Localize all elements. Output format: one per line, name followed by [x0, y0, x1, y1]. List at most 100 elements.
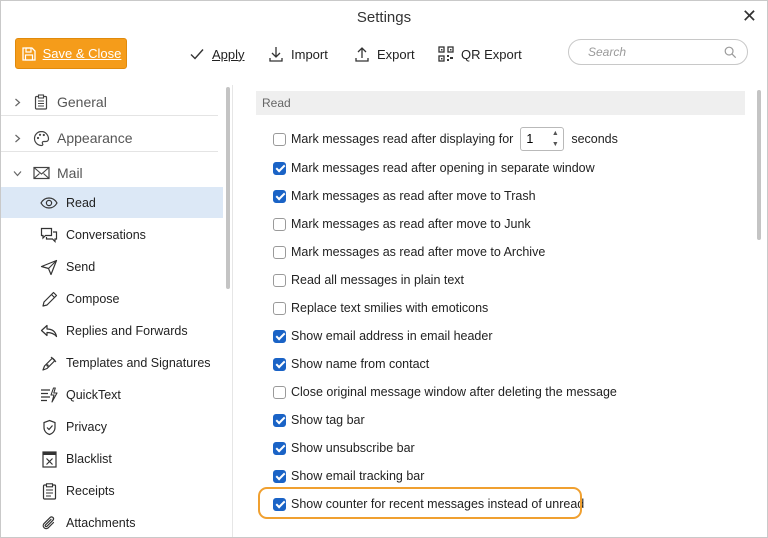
option-read-move-archive[interactable]: Mark messages as read after move to Arch… — [273, 241, 545, 263]
sidebar-item-label: Privacy — [66, 419, 107, 434]
sidebar-item-read[interactable]: Read — [1, 187, 223, 218]
checkbox[interactable] — [273, 301, 286, 315]
apply-button[interactable]: Apply — [189, 43, 245, 65]
receipt-icon — [40, 482, 58, 500]
sidebar-item-attachments[interactable]: Attachments — [1, 507, 223, 537]
blacklist-icon — [40, 450, 58, 468]
checkbox[interactable] — [273, 413, 286, 427]
checkbox[interactable] — [273, 189, 286, 203]
chevron-up-icon[interactable]: ▲ — [552, 129, 559, 138]
option-replace-smilies[interactable]: Replace text smilies with emoticons — [273, 297, 488, 319]
sidebar-item-compose[interactable]: Compose — [1, 283, 223, 314]
sidebar-item-blacklist[interactable]: Blacklist — [1, 443, 223, 474]
qr-code-icon — [438, 46, 454, 62]
option-read-move-trash[interactable]: Mark messages as read after move to Tras… — [273, 185, 536, 207]
option-label: Mark messages as read after move to Junk — [291, 217, 531, 231]
option-show-recent-counter[interactable]: Show counter for recent messages instead… — [273, 493, 584, 515]
option-label: Read all messages in plain text — [291, 273, 465, 287]
sidebar-item-quicktext[interactable]: QuickText — [1, 379, 223, 410]
option-read-separate-window[interactable]: Mark messages read after opening in sepa… — [273, 157, 595, 179]
checkbox[interactable] — [273, 132, 286, 146]
eye-icon — [40, 194, 58, 212]
sidebar-item-label: Receipts — [66, 483, 115, 498]
option-show-tracking-bar[interactable]: Show email tracking bar — [273, 465, 424, 487]
settings-sidebar: General Appearance Mail Read Conversatio… — [1, 85, 232, 537]
sidebar-item-label: Conversations — [66, 227, 146, 242]
quicktext-icon — [40, 386, 58, 404]
checkbox[interactable] — [273, 245, 286, 259]
option-label: Replace text smilies with emoticons — [291, 301, 489, 315]
sidebar-item-replies-forwards[interactable]: Replies and Forwards — [1, 315, 223, 346]
close-icon[interactable]: ✕ — [742, 6, 757, 27]
option-show-unsubscribe-bar[interactable]: Show unsubscribe bar — [273, 437, 415, 459]
sidebar-item-label: Attachments — [66, 515, 136, 530]
sidebar-item-templates-signatures[interactable]: Templates and Signatures — [1, 347, 223, 378]
settings-window: Settings ✕ Save & Close Apply Import Exp… — [0, 0, 768, 538]
envelope-icon — [33, 166, 55, 180]
reply-icon — [40, 322, 58, 340]
chevron-right-icon[interactable] — [1, 134, 33, 143]
sidebar-item-label: Send — [66, 259, 96, 274]
import-icon — [269, 47, 283, 62]
checkbox[interactable] — [273, 497, 286, 511]
signature-icon — [40, 354, 58, 372]
option-label: Show unsubscribe bar — [291, 441, 415, 455]
checkbox[interactable] — [273, 273, 286, 287]
option-label: Mark messages as read after move to Tras… — [291, 189, 536, 203]
option-read-move-junk[interactable]: Mark messages as read after move to Junk — [273, 213, 531, 235]
checkmark-icon — [190, 49, 204, 60]
search-input[interactable] — [586, 44, 720, 60]
sidebar-item-label: QuickText — [66, 387, 121, 402]
palette-icon — [33, 130, 55, 147]
paperclip-icon — [40, 514, 58, 532]
qr-export-label: QR Export — [461, 46, 522, 62]
import-button[interactable]: Import — [268, 43, 328, 65]
sidebar-item-label: Blacklist — [66, 451, 112, 466]
option-read-after-seconds[interactable]: Mark messages read after displaying for … — [273, 127, 618, 151]
save-icon — [21, 46, 36, 61]
sidebar-item-receipts[interactable]: Receipts — [1, 475, 223, 506]
sidebar-group-label: Mail — [57, 165, 83, 181]
option-label: Show tag bar — [291, 413, 365, 427]
sidebar-scrollbar[interactable] — [226, 87, 230, 289]
checkbox[interactable] — [273, 161, 286, 175]
option-label: Show email tracking bar — [291, 469, 425, 483]
sidebar-item-conversations[interactable]: Conversations — [1, 219, 223, 250]
sidebar-group-mail[interactable]: Mail — [1, 160, 218, 186]
search-icon[interactable] — [724, 46, 737, 59]
sidebar-item-label: Templates and Signatures — [66, 355, 211, 370]
sidebar-item-label: Compose — [66, 291, 120, 306]
option-label: Mark messages read after displaying for — [291, 132, 514, 146]
seconds-spinbox[interactable]: ▲▼ — [520, 127, 565, 151]
option-show-tag-bar[interactable]: Show tag bar — [273, 409, 365, 431]
sidebar-item-send[interactable]: Send — [1, 251, 223, 282]
option-show-email-address[interactable]: Show email address in email header — [273, 325, 493, 347]
chevron-down-icon[interactable] — [1, 169, 33, 178]
chevron-down-icon[interactable]: ▼ — [552, 140, 559, 149]
apply-label: Apply — [212, 46, 245, 62]
checkbox[interactable] — [273, 329, 286, 343]
checkbox[interactable] — [273, 441, 286, 455]
spin-arrows[interactable]: ▲ ▼ — [549, 129, 561, 149]
checkbox[interactable] — [273, 357, 286, 371]
option-show-name-contact[interactable]: Show name from contact — [273, 353, 429, 375]
main-scrollbar[interactable] — [757, 90, 761, 240]
checkbox[interactable] — [273, 385, 286, 399]
qr-export-button[interactable]: QR Export — [438, 43, 522, 65]
chevron-right-icon[interactable] — [1, 98, 33, 107]
sidebar-item-privacy[interactable]: Privacy — [1, 411, 223, 442]
checkbox[interactable] — [273, 469, 286, 483]
sidebar-group-general[interactable]: General — [1, 89, 218, 116]
search-box[interactable] — [568, 39, 748, 65]
title-bar: Settings ✕ — [1, 1, 767, 35]
chat-icon — [40, 226, 58, 244]
save-close-button[interactable]: Save & Close — [15, 38, 127, 69]
option-close-original-window[interactable]: Close original message window after dele… — [273, 381, 617, 403]
section-header-read: Read — [256, 91, 745, 115]
shield-icon — [40, 418, 58, 436]
checkbox[interactable] — [273, 217, 286, 231]
settings-main-pane: Read Mark messages read after displaying… — [233, 85, 767, 537]
sidebar-group-appearance[interactable]: Appearance — [1, 125, 218, 152]
export-button[interactable]: Export — [354, 43, 415, 65]
option-plain-text[interactable]: Read all messages in plain text — [273, 269, 464, 291]
